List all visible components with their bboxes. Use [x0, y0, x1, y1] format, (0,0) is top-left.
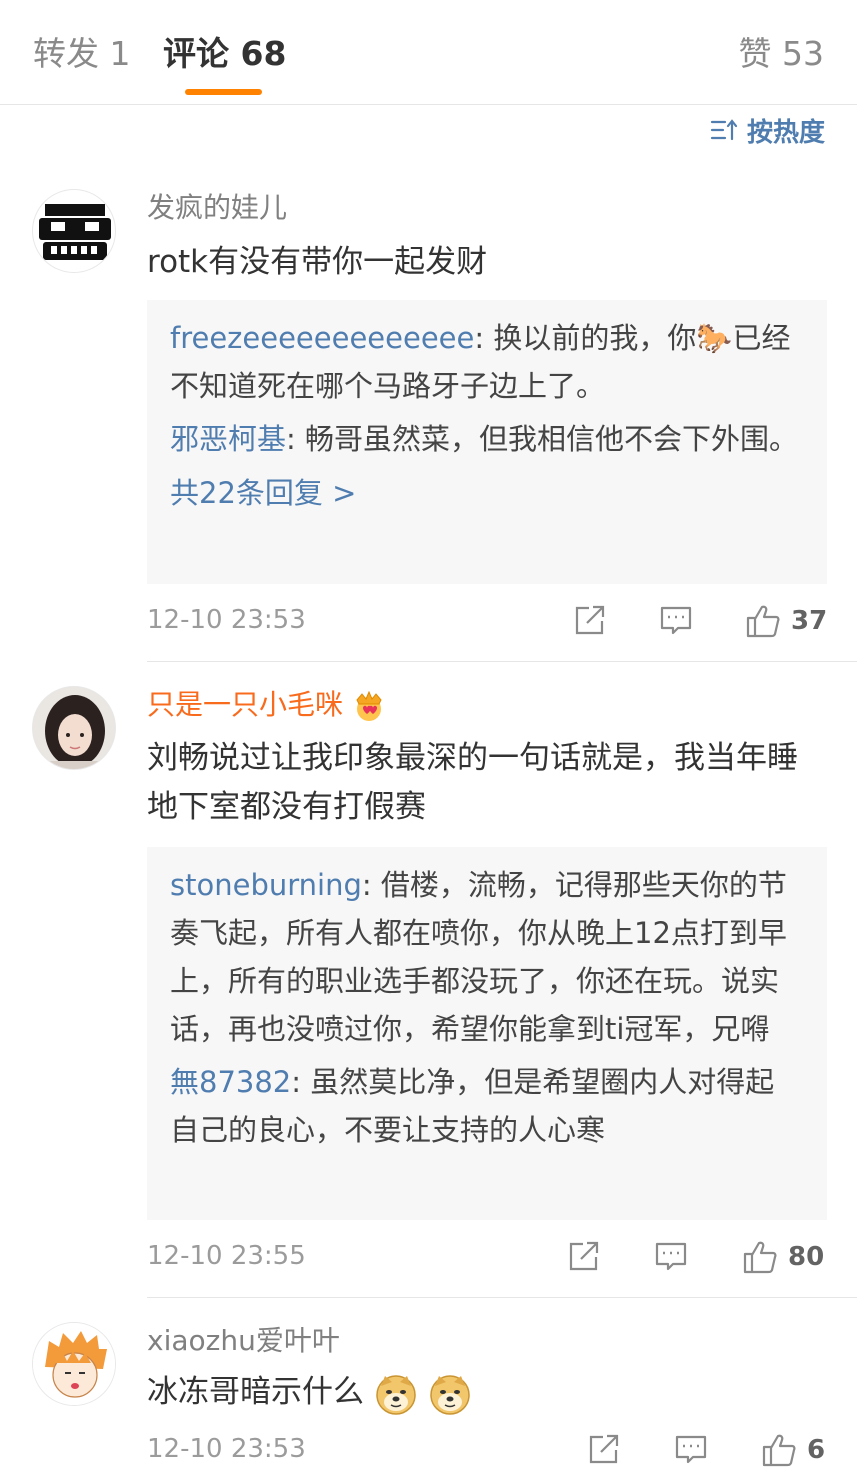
comment-text: 刘畅说过让我印象最深的一句话就是，我当年睡地下室都没有打假赛 — [147, 740, 798, 825]
comment-username[interactable]: xiaozhu爱叶叶 — [147, 1323, 340, 1359]
tab-bar: 转发 1 评论 68 赞 53 — [0, 0, 857, 105]
comment-username[interactable]: 发疯的娃儿 — [147, 190, 287, 226]
reply-username[interactable]: freezeeeeeeeeeeeee — [170, 321, 474, 355]
share-icon — [575, 605, 605, 635]
comment-icon — [655, 1242, 687, 1271]
comment-icon — [675, 1435, 707, 1464]
reply-button[interactable] — [654, 1239, 688, 1273]
comment-time: 12-10 23:55 — [147, 1241, 306, 1271]
reply-text: 畅哥虽然菜，但我相信他不会下外围。 — [305, 422, 799, 456]
reply-item: freezeeeeeeeeeeeee: 换以前的我，你🐎已经不知道死在哪个马路牙… — [170, 321, 791, 403]
reply-preview-box[interactable]: stoneburning: 借楼，流畅，记得那些天你的节奏飞起，所有人都在喷你，… — [147, 847, 827, 1220]
comment-text: rotk有没有带你一起发财 — [147, 244, 488, 280]
comment-time: 12-10 23:53 — [147, 1434, 306, 1464]
comment-time: 12-10 23:53 — [147, 605, 306, 635]
reply-button[interactable] — [674, 1432, 708, 1466]
like-button[interactable]: 80 — [742, 1239, 824, 1275]
thumbs-up-icon — [762, 1434, 796, 1467]
tab-likes[interactable]: 赞 53 — [739, 34, 824, 74]
sort-icon — [710, 119, 738, 141]
reply-preview-box[interactable]: freezeeeeeeeeeeeee: 换以前的我，你🐎已经不知道死在哪个马路牙… — [147, 300, 827, 584]
comment-text: 冰冻哥暗示什么 — [147, 1368, 817, 1417]
tab-comments[interactable]: 评论 68 — [163, 34, 286, 74]
thumbs-up-icon — [746, 605, 780, 638]
doge-emoji-icon — [429, 1374, 470, 1415]
comment-meta: 12-10 23:55 80 — [147, 1239, 827, 1279]
reply-button[interactable] — [659, 603, 693, 637]
share-button[interactable] — [587, 1432, 621, 1466]
comment-icon — [660, 606, 692, 635]
reply-item: 無87382: 虽然莫比净，但是希望圈内人对得起自己的良心，不要让支持的人心寒 — [170, 1065, 775, 1147]
active-tab-indicator — [185, 89, 262, 95]
avatar[interactable] — [32, 1322, 116, 1406]
divider — [147, 1297, 857, 1298]
doge-emoji-icon — [376, 1374, 416, 1415]
reply-username[interactable]: 邪恶柯基 — [170, 422, 286, 456]
share-button[interactable] — [573, 603, 607, 637]
share-icon — [589, 1434, 619, 1464]
vip-crown-icon — [356, 690, 382, 721]
sort-by-hot-button[interactable]: 按热度 — [710, 111, 825, 149]
tab-repost[interactable]: 转发 1 — [33, 34, 131, 74]
avatar[interactable] — [32, 686, 116, 770]
like-count: 6 — [807, 1435, 826, 1465]
reply-item: 邪恶柯基: 畅哥虽然菜，但我相信他不会下外围。 — [170, 422, 799, 456]
more-replies-link[interactable]: 共22条回复 > — [170, 468, 803, 518]
comment-username[interactable]: 只是一只小毛咪 — [147, 687, 386, 723]
divider — [147, 661, 857, 662]
thumbs-up-icon — [743, 1241, 777, 1274]
like-button[interactable]: 6 — [761, 1432, 825, 1468]
sort-label: 按热度 — [746, 117, 825, 148]
share-button[interactable] — [567, 1239, 601, 1273]
comment-meta: 12-10 23:53 6 — [147, 1432, 827, 1472]
reply-username[interactable]: stoneburning — [170, 868, 362, 902]
reply-username[interactable]: 無87382 — [170, 1065, 291, 1099]
avatar[interactable] — [32, 189, 116, 273]
like-count: 37 — [791, 606, 828, 636]
share-icon — [569, 1241, 599, 1271]
comment-meta: 12-10 23:53 37 — [147, 603, 827, 643]
like-button[interactable]: 37 — [745, 603, 827, 639]
like-count: 80 — [788, 1242, 825, 1272]
reply-item: stoneburning: 借楼，流畅，记得那些天你的节奏飞起，所有人都在喷你，… — [170, 868, 787, 1046]
